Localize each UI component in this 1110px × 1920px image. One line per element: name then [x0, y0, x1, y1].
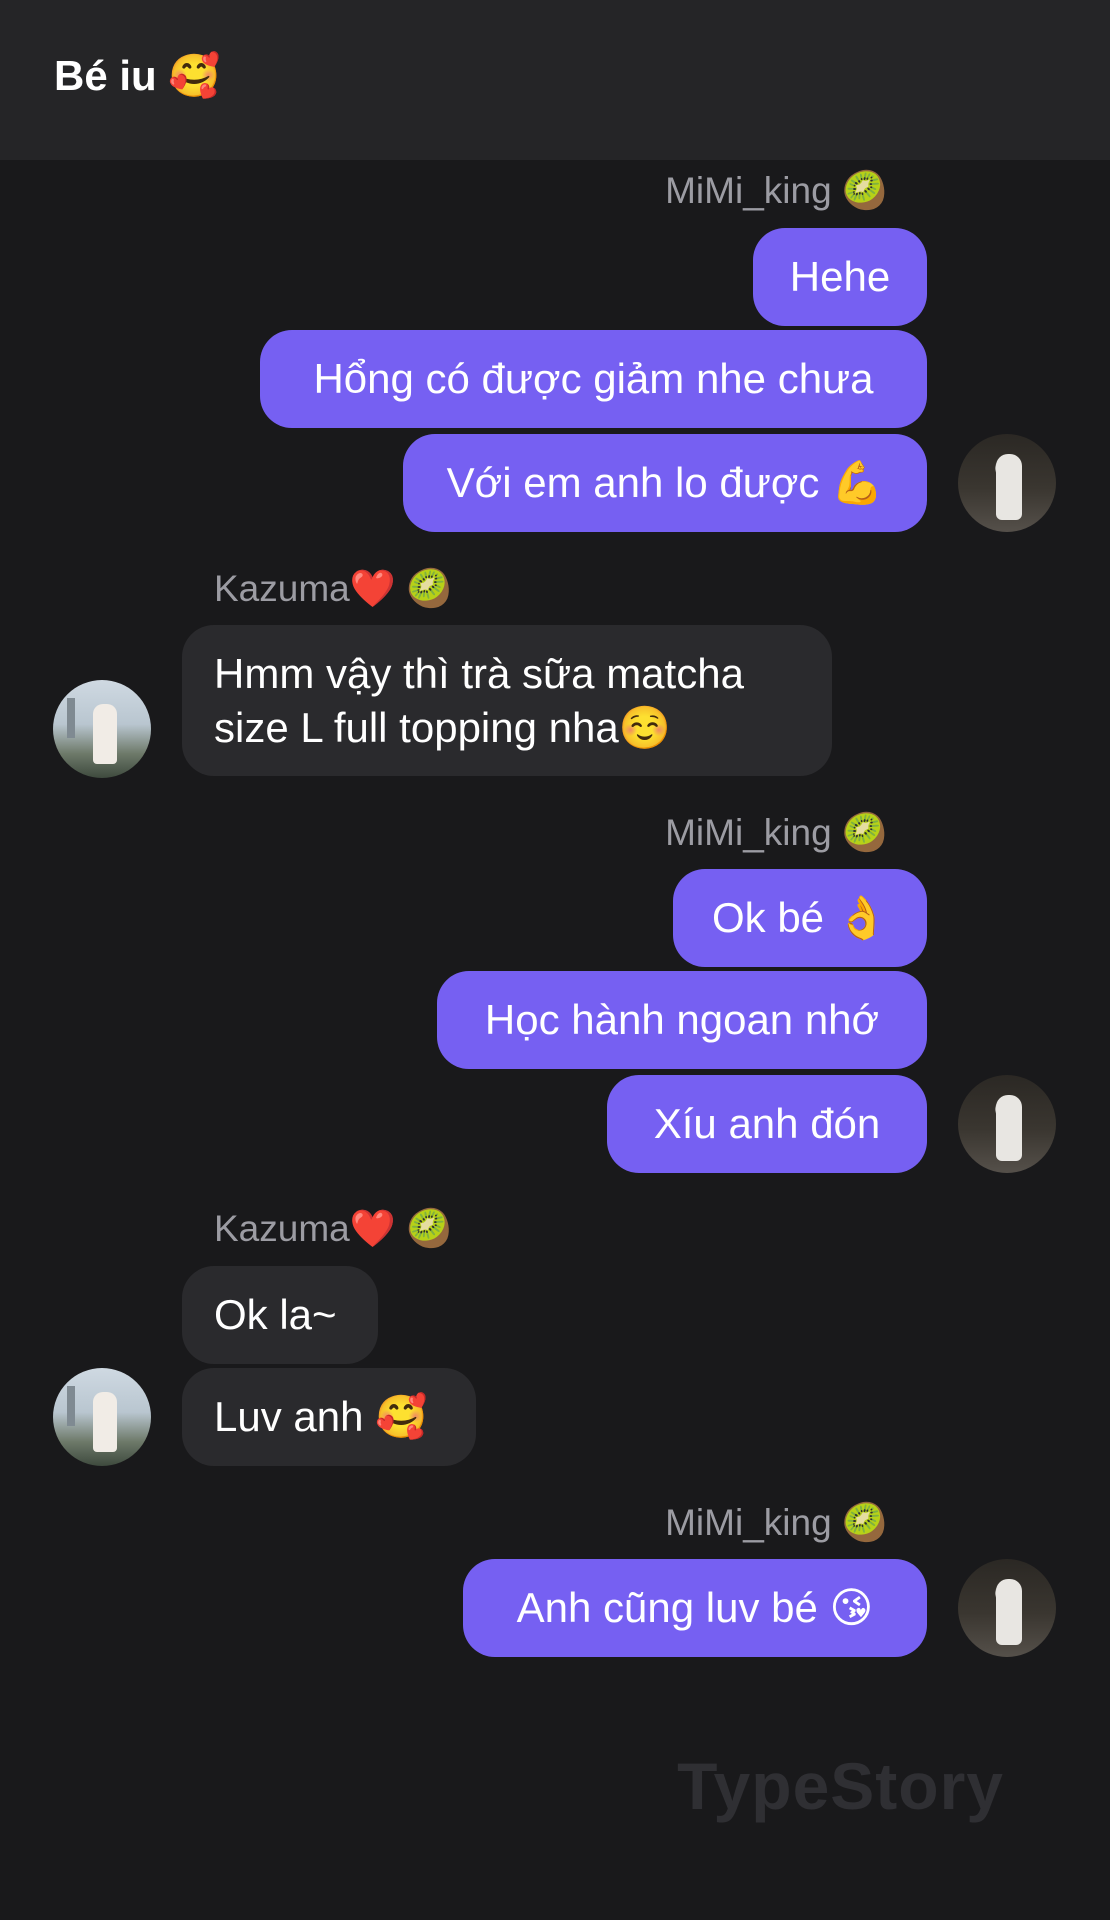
sender-name-mimi: MiMi_king 🥝 — [665, 812, 888, 853]
message-bubble-outgoing[interactable]: Hehe — [753, 228, 927, 326]
avatar-figure — [93, 1392, 117, 1452]
sender-name-mimi: MiMi_king 🥝 — [665, 1502, 888, 1543]
avatar-kazuma[interactable] — [53, 1368, 151, 1466]
chat-header: Bé iu 🥰 — [0, 0, 1110, 160]
avatar-mimi[interactable] — [958, 1559, 1056, 1657]
avatar-mimi[interactable] — [958, 1075, 1056, 1173]
avatar-background — [67, 698, 75, 738]
message-bubble-outgoing[interactable]: Ok bé 👌 — [673, 869, 927, 967]
message-bubble-outgoing[interactable]: Hổng có được giảm nhe chưa — [260, 330, 927, 428]
chat-title[interactable]: Bé iu 🥰 — [54, 52, 221, 101]
avatar-figure — [93, 704, 117, 764]
message-bubble-outgoing[interactable]: Học hành ngoan nhớ — [437, 971, 927, 1069]
avatar-background — [67, 1386, 75, 1426]
message-bubble-outgoing[interactable]: Với em anh lo được 💪 — [403, 434, 927, 532]
message-bubble-outgoing[interactable]: Anh cũng luv bé 😘 — [463, 1559, 927, 1657]
chat-screen: Bé iu 🥰 MiMi_king 🥝 Hehe Hổng có được gi… — [0, 0, 1110, 1920]
sender-name-kazuma: Kazuma❤️ 🥝 — [214, 568, 453, 609]
message-bubble-incoming[interactable]: Luv anh 🥰 — [182, 1368, 476, 1466]
avatar-figure — [996, 1095, 1022, 1161]
sender-name-kazuma: Kazuma❤️ 🥝 — [214, 1208, 453, 1249]
message-bubble-incoming[interactable]: Hmm vậy thì trà sữa matcha size L full t… — [182, 625, 832, 776]
message-bubble-incoming[interactable]: Ok la~ — [182, 1266, 378, 1364]
watermark: TypeStory — [677, 1749, 1004, 1823]
message-bubble-outgoing[interactable]: Xíu anh đón — [607, 1075, 927, 1173]
avatar-mimi[interactable] — [958, 434, 1056, 532]
avatar-kazuma[interactable] — [53, 680, 151, 778]
avatar-figure — [996, 454, 1022, 520]
avatar-figure — [996, 1579, 1022, 1645]
sender-name-mimi: MiMi_king 🥝 — [665, 170, 888, 211]
